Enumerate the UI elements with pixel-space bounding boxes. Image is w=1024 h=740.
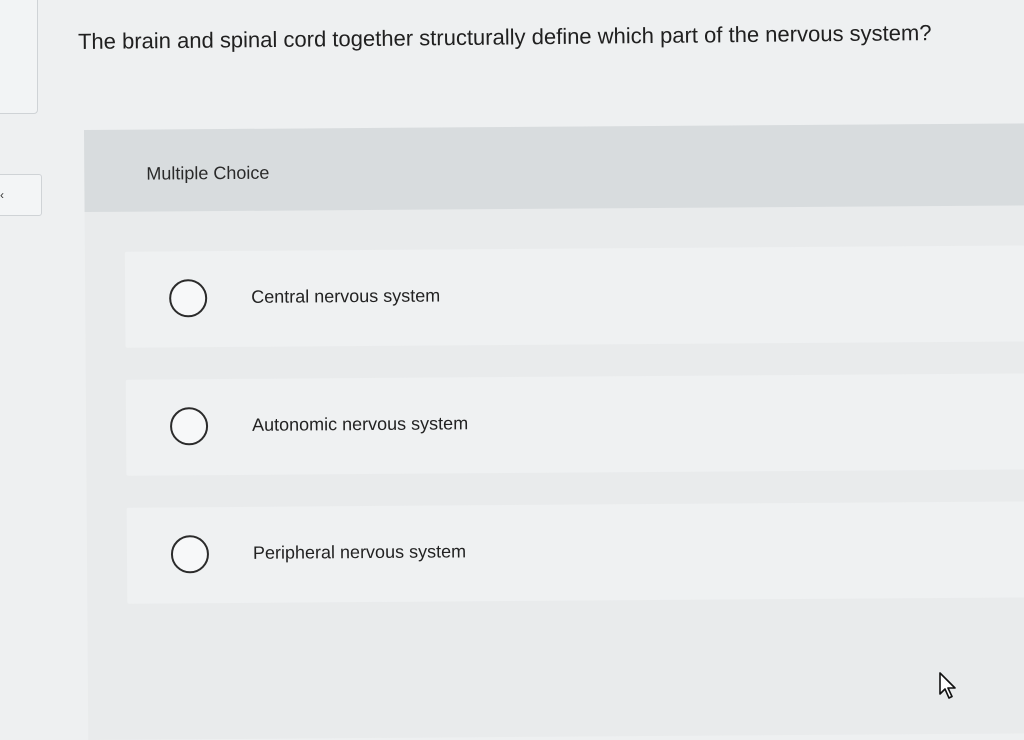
answer-options: Central nervous system Autonomic nervous… <box>124 245 1024 635</box>
answer-option-label[interactable]: Peripheral nervous system <box>253 541 466 563</box>
radio-button-icon[interactable] <box>170 535 210 574</box>
answer-option-label[interactable]: Central nervous system <box>251 286 440 308</box>
quiz-page: { "question": { "text": "The brain and s… <box>0 0 1024 740</box>
radio-button-icon[interactable] <box>169 279 208 318</box>
question-text: The brain and spinal cord together struc… <box>77 20 932 54</box>
answer-option-label[interactable]: Autonomic nervous system <box>252 413 468 436</box>
radio-button-icon[interactable] <box>169 407 209 446</box>
mouse-pointer-icon <box>939 672 956 699</box>
question-card: Multiple Choice Central nervous system A… <box>84 123 1024 740</box>
sidebar-toggle-button[interactable] <box>0 174 42 216</box>
answer-option-2[interactable]: Autonomic nervous system <box>125 373 1024 476</box>
chevron-left-icon[interactable]: ‹ <box>0 189 4 201</box>
previous-panel-edge <box>0 0 38 114</box>
question-type-label: Multiple Choice <box>146 162 270 184</box>
card-header: Multiple Choice <box>84 123 1024 212</box>
answer-option-1[interactable]: Central nervous system <box>124 245 1024 348</box>
answer-option-3[interactable]: Peripheral nervous system <box>126 501 1024 604</box>
